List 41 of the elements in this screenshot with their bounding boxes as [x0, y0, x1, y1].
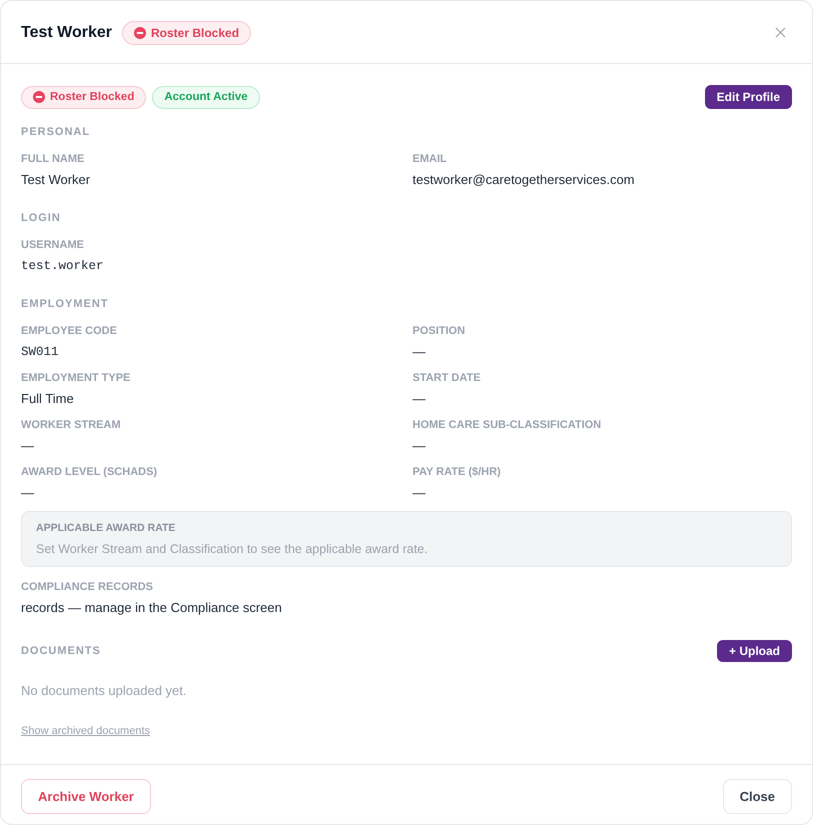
- upload-button[interactable]: + Upload: [716, 640, 792, 662]
- field-value: Test Worker: [21, 171, 92, 189]
- info-title: APPLICABLE AWARD RATE: [36, 521, 176, 536]
- field-label: COMPLIANCE RECORDS: [21, 580, 154, 595]
- field-value: —: [412, 390, 426, 408]
- field-value: records — manage in the Compliance screen: [21, 599, 283, 617]
- field-label: USERNAME: [21, 238, 85, 253]
- field-label: WORKER STREAM: [21, 418, 122, 433]
- close-button[interactable]: Close: [722, 779, 792, 814]
- field-value: testworker@caretogetherservices.com: [412, 171, 636, 189]
- field-label: PAY RATE ($/HR): [412, 465, 502, 480]
- section-heading: PERSONAL: [21, 125, 92, 140]
- archive-worker-button[interactable]: Archive Worker: [21, 779, 151, 814]
- status-label: Account Active: [164, 90, 248, 105]
- section-heading: LOGIN: [21, 211, 62, 226]
- field-label: EMAIL: [412, 152, 448, 167]
- field-label: START DATE: [412, 371, 482, 386]
- field-label: AWARD LEVEL (SCHADS): [21, 465, 158, 480]
- status-label: Roster Blocked: [50, 90, 134, 105]
- section-heading: EMPLOYMENT: [21, 297, 110, 312]
- field-value: —: [21, 437, 35, 455]
- field-value: —: [412, 484, 426, 502]
- info-text: Set Worker Stream and Classification to see the applicable award rate.: [36, 541, 429, 558]
- field-value: Full Time: [21, 390, 75, 408]
- field-value: test.worker: [21, 258, 105, 275]
- section-heading: DOCUMENTS: [21, 644, 101, 659]
- field-value: —: [21, 484, 35, 502]
- edit-profile-button[interactable]: Edit Profile: [704, 85, 792, 109]
- no-entry-icon: [33, 91, 45, 103]
- field-label: EMPLOYEE CODE: [21, 324, 118, 339]
- field-value: —: [412, 437, 426, 455]
- field-label: FULL NAME: [21, 152, 86, 167]
- field-value: SW011: [21, 344, 60, 361]
- field-label: POSITION: [412, 324, 466, 339]
- field-value: —: [412, 343, 426, 361]
- field-label: EMPLOYMENT TYPE: [21, 371, 132, 386]
- no-entry-icon: [134, 26, 146, 38]
- status-label: Roster Blocked: [151, 24, 240, 40]
- field-label: HOME CARE SUB-CLASSIFICATION: [412, 418, 602, 433]
- dialog-title: Test Worker: [21, 22, 112, 42]
- empty-message: No documents uploaded yet.: [21, 682, 188, 700]
